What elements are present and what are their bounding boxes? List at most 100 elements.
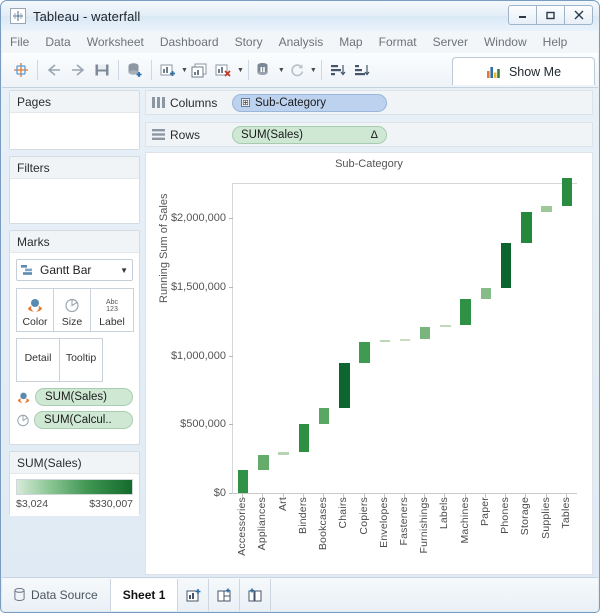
clear-sheet-dropdown-caret[interactable]: ▼	[237, 67, 244, 74]
new-dashboard-tab-icon[interactable]	[209, 578, 241, 611]
new-story-tab-icon[interactable]	[240, 578, 272, 611]
menu-item-dashboard[interactable]: Dashboard	[152, 33, 227, 51]
menu-item-window[interactable]: Window	[476, 33, 535, 51]
new-worksheet-button[interactable]	[157, 57, 179, 83]
tooltip-button[interactable]: Tooltip	[59, 338, 103, 382]
bar-mark[interactable]	[339, 362, 350, 408]
x-axis-tick-label[interactable]: Machines	[459, 497, 471, 544]
bar-mark[interactable]	[379, 339, 391, 343]
rows-shelf-label: Rows	[170, 127, 201, 142]
save-button[interactable]	[91, 57, 113, 83]
bar-mark[interactable]	[298, 423, 310, 452]
menu-item-map[interactable]: Map	[331, 33, 370, 51]
bar-mark[interactable]	[278, 451, 289, 456]
menu-item-format[interactable]: Format	[371, 33, 425, 51]
menu-item-story[interactable]: Story	[227, 33, 271, 51]
x-axis-tick-label[interactable]: Bookcases	[317, 497, 329, 550]
rows-shelf[interactable]: Rows SUM(Sales) Δ	[145, 122, 593, 147]
show-me-icon	[486, 66, 500, 78]
minimize-button[interactable]	[508, 5, 537, 25]
connect-new-data-source-button[interactable]	[124, 57, 146, 83]
x-axis-tick-label[interactable]: Chairs	[337, 497, 349, 529]
mark-type-selector[interactable]: Gantt Bar ▼	[16, 259, 133, 281]
x-axis-tick-label[interactable]: Furnishings	[418, 497, 430, 553]
sheet-tab-label: Sheet 1	[122, 587, 166, 602]
bar-mark[interactable]	[460, 299, 471, 326]
x-axis-tick-label[interactable]: Appliances	[256, 497, 268, 550]
sort-descending-button[interactable]	[351, 57, 373, 83]
x-axis-tick-label[interactable]: Accessories	[236, 497, 248, 556]
x-axis-tick-label[interactable]: Copiers	[358, 497, 370, 535]
pages-drop-zone[interactable]	[10, 113, 139, 149]
forward-button[interactable]	[67, 57, 89, 83]
bar-mark[interactable]	[399, 339, 411, 342]
y-axis-tick-label: $2,000,000	[171, 212, 234, 224]
bar-mark[interactable]	[440, 325, 451, 328]
bar-mark[interactable]	[521, 212, 532, 244]
x-axis-tick-label[interactable]: Fasteners	[398, 497, 410, 546]
bar-mark[interactable]	[480, 288, 492, 300]
duplicate-sheet-button[interactable]	[189, 57, 211, 83]
menu-bar: File Data Worksheet Dashboard Story Anal…	[2, 31, 598, 54]
x-axis-tick-label[interactable]: Tables	[560, 497, 572, 529]
close-button[interactable]	[564, 5, 593, 25]
menu-item-server[interactable]: Server	[425, 33, 476, 51]
maximize-button[interactable]	[536, 5, 565, 25]
menu-item-file[interactable]: File	[2, 33, 37, 51]
color-legend-values: $3,024 $330,007	[16, 498, 133, 510]
bar-mark[interactable]	[561, 177, 573, 206]
x-axis-tick-label[interactable]: Art	[277, 497, 289, 511]
new-worksheet-tab-icon[interactable]	[178, 578, 210, 611]
toolbar-separator	[37, 60, 38, 80]
swap-rows-columns-button[interactable]	[254, 57, 276, 83]
x-axis-tick-label[interactable]: Labels	[438, 497, 450, 529]
refresh-dropdown-caret[interactable]: ▼	[310, 67, 317, 74]
sheet-tab-sheet1[interactable]: Sheet 1	[110, 578, 179, 611]
bar-mark[interactable]	[359, 342, 370, 363]
refresh-data-source-button[interactable]	[286, 57, 308, 83]
bar-mark[interactable]	[500, 243, 512, 289]
expand-plus-icon[interactable]: ⊞	[241, 98, 250, 107]
swap-dropdown-caret[interactable]: ▼	[278, 67, 285, 74]
marks-pill-sum-calculation[interactable]: SUM(Calcul..	[34, 411, 133, 429]
view-area: Sub-Category Running Sum of Sales $0 $500…	[145, 152, 593, 575]
x-axis-tick-label[interactable]: Envelopes	[378, 497, 390, 548]
columns-shelf[interactable]: Columns ⊞ Sub-Category	[145, 90, 593, 115]
x-axis-tick-label[interactable]: Supplies	[540, 497, 552, 539]
new-worksheet-dropdown-caret[interactable]: ▼	[181, 67, 188, 74]
label-button[interactable]: Abc 123 Label	[90, 288, 134, 332]
bar-mark[interactable]	[419, 326, 431, 340]
pill-sub-category[interactable]: ⊞ Sub-Category	[232, 93, 387, 112]
clear-sheet-button[interactable]	[213, 57, 235, 83]
pill-sub-category-label: Sub-Category	[255, 96, 326, 109]
x-axis-tick-label[interactable]: Storage	[519, 497, 531, 535]
bar-mark[interactable]	[318, 407, 330, 424]
filters-drop-zone[interactable]	[10, 179, 139, 223]
bar-mark[interactable]	[237, 470, 249, 493]
x-axis-tick-label[interactable]: Binders	[297, 497, 309, 534]
marks-pill-row-color: SUM(Sales)	[16, 388, 133, 406]
marks-pill-sum-sales[interactable]: SUM(Sales)	[35, 388, 133, 406]
chevron-down-icon[interactable]: ▼	[120, 266, 128, 275]
menu-item-analysis[interactable]: Analysis	[271, 33, 332, 51]
plot-area[interactable]: $0 $500,000 $1,000,000 $1,500,000 $2,000,000	[171, 177, 577, 499]
menu-item-help[interactable]: Help	[535, 33, 576, 51]
bar-mark[interactable]	[541, 205, 552, 213]
size-button[interactable]: Size	[53, 288, 91, 332]
x-axis-tick-label[interactable]: Phones	[499, 497, 511, 534]
detail-button[interactable]: Detail	[16, 338, 60, 382]
y-axis-tick-label: $1,500,000	[171, 281, 234, 293]
menu-item-worksheet[interactable]: Worksheet	[79, 33, 152, 51]
x-axis-tick-label[interactable]: Paper	[479, 497, 491, 526]
show-me-button[interactable]: Show Me	[452, 57, 595, 85]
pill-sum-sales[interactable]: SUM(Sales) Δ	[232, 125, 387, 144]
menu-item-data[interactable]: Data	[37, 33, 78, 51]
tableau-window: Tableau - waterfall File Data Worksheet …	[0, 0, 600, 613]
sort-ascending-button[interactable]	[327, 57, 349, 83]
tableau-logo-button[interactable]	[10, 57, 32, 83]
bar-mark[interactable]	[258, 455, 269, 470]
color-button[interactable]: Color	[16, 288, 54, 332]
data-source-tab[interactable]: Data Source	[2, 578, 111, 611]
color-legend-ramp[interactable]	[16, 479, 133, 495]
back-button[interactable]	[43, 57, 65, 83]
